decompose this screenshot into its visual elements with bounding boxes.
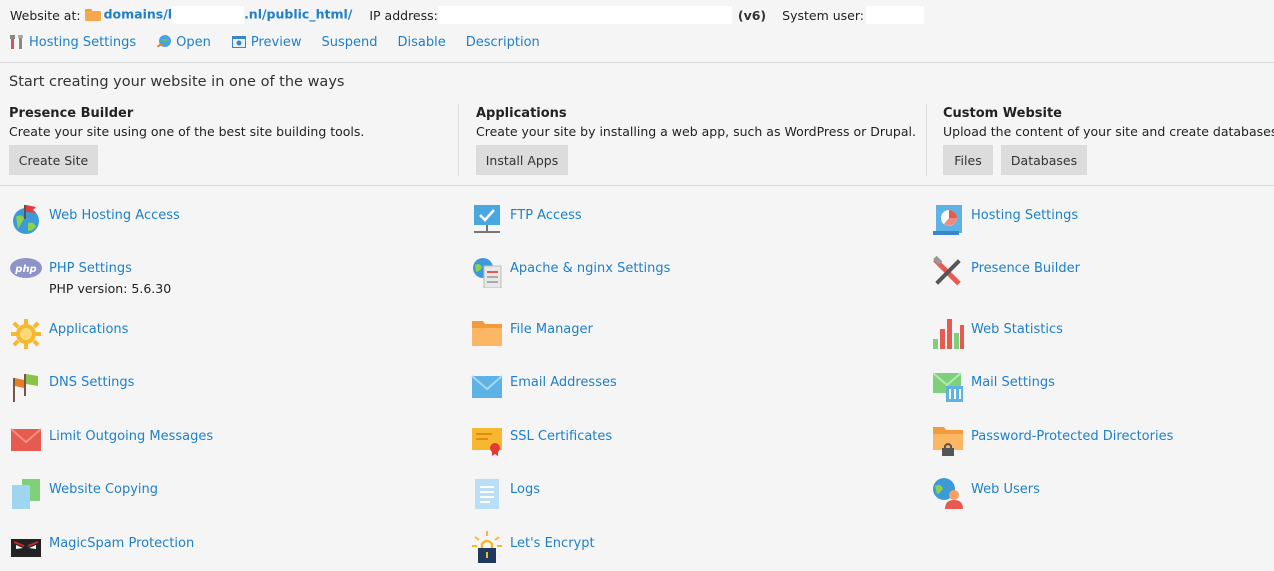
tool-email-addresses[interactable]: Email Addresses — [471, 370, 617, 402]
tool-name: Web Hosting Access — [49, 208, 180, 223]
locked-folder-icon — [932, 424, 964, 456]
tool-apache-nginx-settings[interactable]: Apache & nginx Settings — [471, 256, 671, 289]
tool-name: FTP Access — [510, 208, 582, 223]
web-user-icon — [932, 477, 964, 509]
presence-builder-title: Presence Builder — [9, 106, 134, 121]
toolbar-preview[interactable]: Preview — [231, 34, 302, 50]
tool-name: Logs — [510, 482, 540, 497]
toolbar-suspend[interactable]: Suspend — [322, 35, 378, 50]
tool-web-hosting-access[interactable]: Web Hosting Access — [10, 203, 180, 235]
svg-text:php: php — [14, 264, 36, 275]
divider-middle — [0, 185, 1274, 186]
column-separator-2 — [926, 104, 927, 176]
tool-name: Password-Protected Directories — [971, 429, 1174, 444]
redacted-user — [866, 6, 924, 24]
domain-toolbar: Hosting Settings Open Preview Suspend Di… — [9, 34, 560, 50]
folder-icon — [84, 9, 101, 21]
tool-name: Email Addresses — [510, 375, 617, 390]
tool-web-statistics[interactable]: Web Statistics — [932, 317, 1063, 349]
mail-settings-icon — [932, 370, 964, 402]
tool-ssl-certificates[interactable]: SSL Certificates — [471, 424, 612, 456]
tool-name: Web Users — [971, 482, 1040, 497]
copy-pages-icon — [10, 477, 42, 509]
tool-name: Applications — [49, 322, 129, 337]
tool-web-users[interactable]: Web Users — [932, 477, 1040, 509]
tool-ftp-access[interactable]: FTP Access — [471, 203, 582, 235]
dns-flags-icon — [10, 370, 42, 402]
tool-name: SSL Certificates — [510, 429, 613, 444]
lock-sun-icon — [471, 531, 503, 563]
tool-name: Presence Builder — [971, 261, 1080, 276]
install-apps-button[interactable]: Install Apps — [476, 145, 568, 175]
bar-chart-icon — [932, 317, 964, 349]
wrench-icon — [9, 34, 25, 50]
tool-name: PHP Settings — [49, 261, 132, 276]
toolbar-description[interactable]: Description — [466, 35, 540, 50]
tool-website-copying[interactable]: Website Copying — [10, 477, 158, 509]
tool-dns-settings[interactable]: DNS Settings — [10, 370, 134, 402]
tool-name: Mail Settings — [971, 375, 1055, 390]
create-site-button[interactable]: Create Site — [9, 145, 98, 175]
tool-name: Apache & nginx Settings — [510, 261, 671, 276]
magicspam-icon — [10, 531, 42, 563]
ip-address-label: IP address: — [369, 7, 438, 23]
preview-icon — [231, 34, 247, 50]
divider-top — [0, 62, 1274, 63]
column-separator-1 — [458, 104, 459, 176]
tool-name: MagicSpam Protection — [49, 536, 195, 551]
website-label: Website at: — [10, 7, 81, 23]
tool-logs[interactable]: Logs — [471, 477, 540, 509]
tool-magicspam-protection[interactable]: MagicSpam Protection — [10, 531, 194, 563]
red-envelope-icon — [10, 424, 42, 456]
tool-name: File Manager — [510, 322, 593, 337]
databases-button[interactable]: Databases — [1001, 145, 1087, 175]
tool-name: Web Statistics — [971, 322, 1063, 337]
folder-icon — [471, 317, 503, 349]
redacted-ip — [437, 6, 732, 24]
tool-php-settings[interactable]: php PHP Settings PHP version: 5.6.30 — [10, 256, 171, 296]
tool-name: Hosting Settings — [971, 208, 1079, 223]
applications-title: Applications — [476, 106, 567, 121]
tool-applications[interactable]: Applications — [10, 317, 128, 349]
tool-lets-encrypt[interactable]: Let's Encrypt — [471, 531, 595, 563]
redacted-domain — [172, 6, 245, 24]
tool-limit-outgoing-messages[interactable]: Limit Outgoing Messages — [10, 424, 213, 456]
toolbar-hosting-settings[interactable]: Hosting Settings — [9, 34, 136, 50]
document-root-path[interactable]: domains/l .nl/public_html/ — [104, 6, 352, 24]
tool-hosting-settings[interactable]: Hosting Settings — [932, 203, 1078, 235]
ftp-icon — [471, 203, 503, 235]
globe-flag-icon — [10, 203, 42, 235]
tool-presence-builder[interactable]: Presence Builder — [932, 255, 1080, 288]
hosting-settings-icon — [932, 203, 964, 235]
tools-icon — [932, 255, 964, 288]
logs-icon — [471, 477, 503, 509]
custom-website-desc: Upload the content of your site and crea… — [943, 124, 1274, 139]
presence-builder-desc: Create your site using one of the best s… — [9, 124, 365, 139]
gear-sun-icon — [10, 317, 42, 349]
php-version-text: PHP version: 5.6.30 — [49, 281, 172, 296]
php-icon: php — [10, 256, 42, 288]
tool-mail-settings[interactable]: Mail Settings — [932, 370, 1055, 402]
toolbar-disable[interactable]: Disable — [398, 35, 446, 50]
envelope-icon — [471, 370, 503, 402]
tool-name: Let's Encrypt — [510, 536, 595, 551]
open-globe-icon — [156, 34, 172, 50]
applications-desc: Create your site by installing a web app… — [476, 124, 916, 139]
tool-password-protected-directories[interactable]: Password-Protected Directories — [932, 424, 1173, 456]
tool-name: DNS Settings — [49, 375, 135, 390]
website-info-line: Website at: domains/l .nl/public_html/ IP… — [10, 6, 924, 24]
files-button[interactable]: Files — [943, 145, 993, 175]
tool-name: Limit Outgoing Messages — [49, 429, 214, 444]
system-user-label: System user: — [782, 7, 864, 23]
tool-name: Website Copying — [49, 482, 159, 497]
custom-website-title: Custom Website — [943, 106, 1062, 121]
ipv6-tag: (v6) — [737, 7, 767, 23]
toolbar-open[interactable]: Open — [156, 34, 211, 50]
start-heading: Start creating your website in one of th… — [9, 74, 345, 90]
tool-file-manager[interactable]: File Manager — [471, 317, 593, 349]
certificate-icon — [471, 424, 503, 456]
apache-icon — [471, 256, 503, 289]
